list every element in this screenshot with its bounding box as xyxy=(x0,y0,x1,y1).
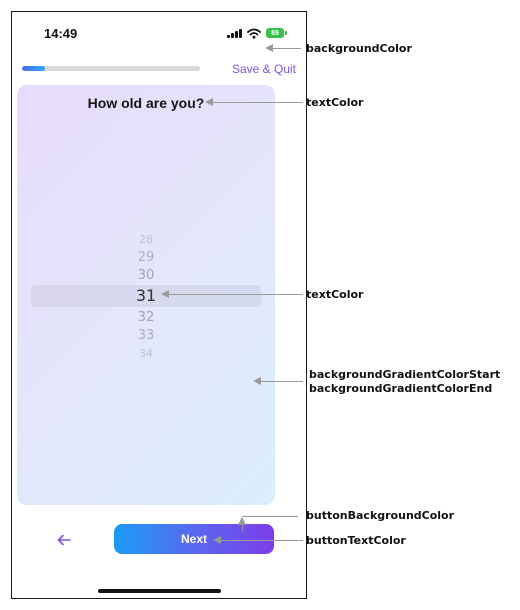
progress-bar xyxy=(22,66,200,71)
callout-arrow-button-text xyxy=(213,536,303,544)
picker-item-5[interactable]: 33 xyxy=(17,329,275,342)
callout-arrow-picker-text xyxy=(161,290,303,298)
label-picker-text-color: textColor xyxy=(306,288,364,301)
back-button[interactable] xyxy=(52,530,76,550)
label-gradient-colors: backgroundGradientColorStart backgroundG… xyxy=(309,368,501,395)
status-icons: 89 xyxy=(227,26,287,40)
callout-arrow-button-background xyxy=(238,517,246,531)
save-quit-button[interactable]: Save & Quit xyxy=(232,62,296,76)
callout-line-button-background xyxy=(242,516,298,517)
home-indicator xyxy=(98,589,221,593)
callout-arrow-background xyxy=(265,44,301,52)
callout-arrow-gradient xyxy=(253,377,303,385)
label-background-color: backgroundColor xyxy=(306,42,412,55)
progress-fill xyxy=(22,66,46,71)
picker-item-4[interactable]: 32 xyxy=(17,311,275,324)
picker-item-6[interactable]: 34 xyxy=(17,348,275,359)
picker-item-2[interactable]: 30 xyxy=(17,269,275,282)
battery-level: 89 xyxy=(271,29,279,37)
label-question-text-color: textColor xyxy=(306,96,364,109)
status-time: 14:49 xyxy=(44,26,78,41)
callout-arrow-question-text xyxy=(205,98,303,106)
wifi-icon xyxy=(247,28,261,39)
picker-item-0[interactable]: 28 xyxy=(17,234,275,245)
picker-item-1[interactable]: 29 xyxy=(17,251,275,264)
label-button-background-color: buttonBackgroundColor xyxy=(306,509,455,522)
cellular-signal-icon xyxy=(227,28,242,38)
label-button-text-color: buttonTextColor xyxy=(306,534,406,547)
battery-icon: 89 xyxy=(266,28,287,38)
arrow-left-icon xyxy=(57,534,71,546)
